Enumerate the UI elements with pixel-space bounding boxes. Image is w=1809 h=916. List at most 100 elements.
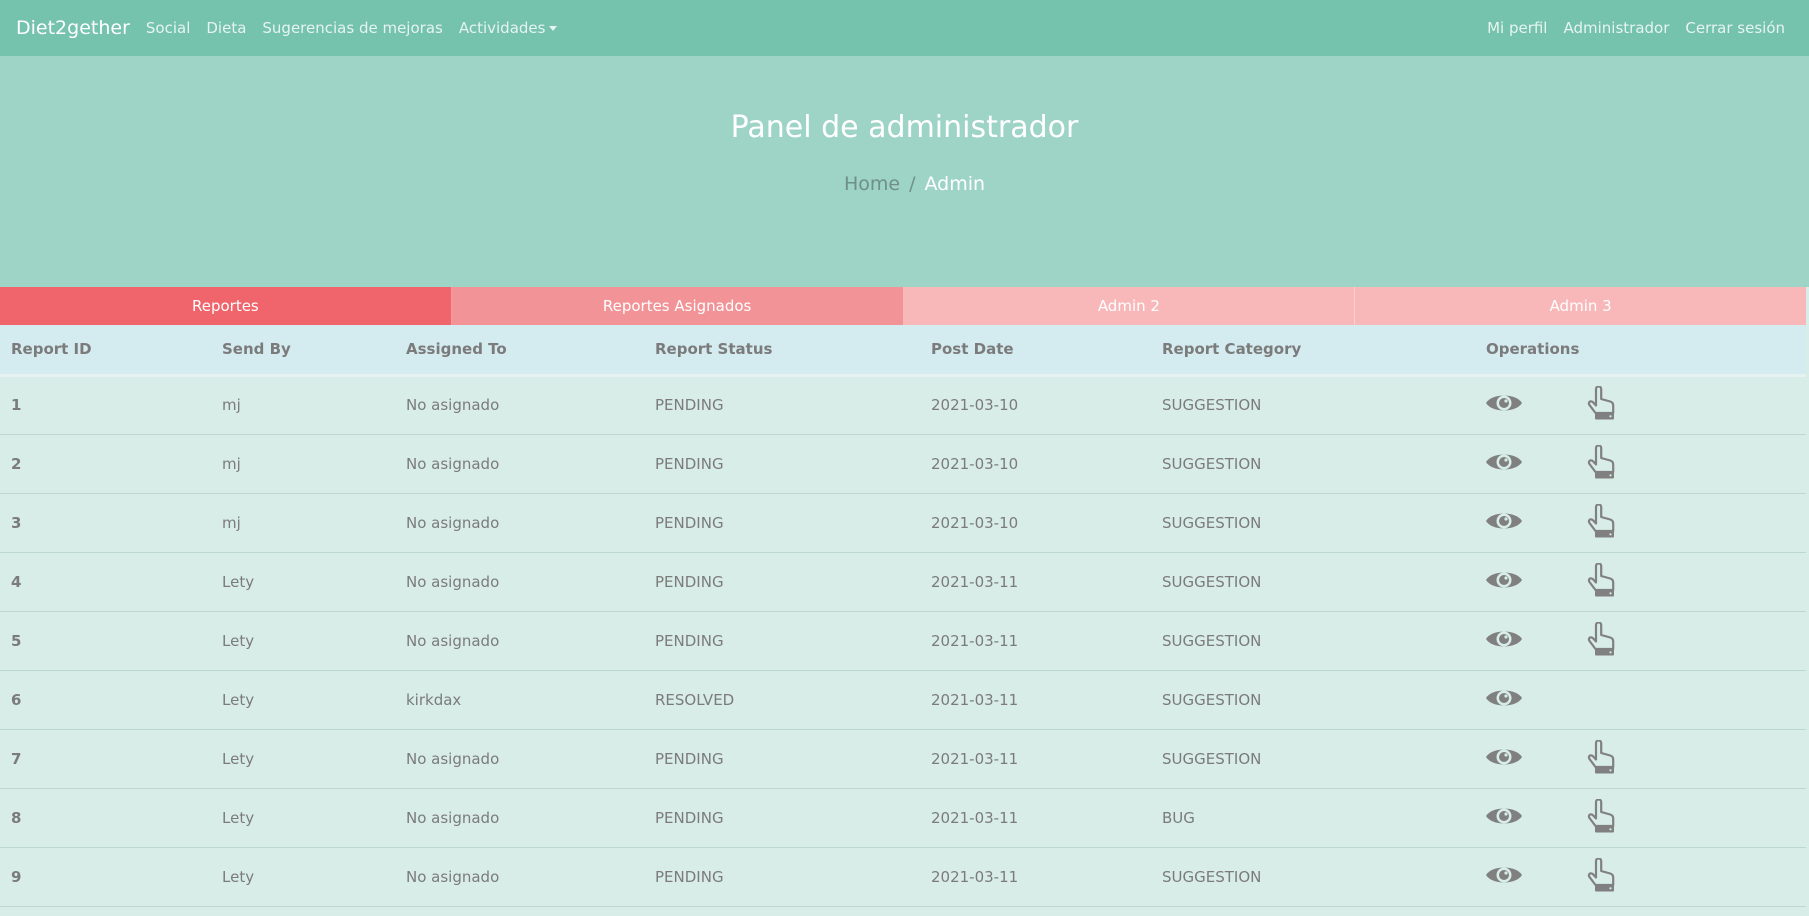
top-navbar: Diet2gether Social Dieta Sugerencias de …	[0, 0, 1809, 56]
view-report-button[interactable]	[1484, 683, 1524, 717]
cell-report-id: 3	[11, 513, 22, 532]
view-report-button[interactable]	[1484, 624, 1524, 658]
nav-link-mi-perfil[interactable]: Mi perfil	[1487, 19, 1547, 37]
cell-operations	[1475, 729, 1806, 788]
nav-dropdown-actividades[interactable]: Actividades	[459, 19, 558, 37]
assign-report-button[interactable]	[1582, 856, 1622, 894]
assign-report-button[interactable]	[1582, 443, 1622, 481]
assign-report-button[interactable]	[1582, 738, 1622, 778]
assign-report-button[interactable]	[1582, 385, 1622, 422]
cell-post-date: 2021-03-11	[931, 572, 1019, 591]
view-report-button[interactable]	[1484, 506, 1524, 540]
nav-link-administrador[interactable]: Administrador	[1563, 19, 1669, 37]
cell-report-category: SUGGESTION	[1162, 867, 1262, 886]
column-header-report-status: Report Status	[644, 325, 920, 377]
cell-report-category: SUGGESTION	[1162, 572, 1262, 591]
brand-link[interactable]: Diet2gether	[16, 17, 130, 39]
cell-assigned-to: No asignado	[406, 513, 500, 532]
breadcrumb-separator: /	[909, 173, 916, 195]
operations-group	[1486, 683, 1806, 717]
table-row: 5 Lety No asignado PENDING 2021-03-11 SUGGEST…	[0, 611, 1806, 670]
nav-left: Diet2gether Social Dieta Sugerencias de …	[16, 17, 565, 39]
cell-report-status: PENDING	[655, 513, 724, 532]
operations-group	[1484, 502, 1806, 542]
cell-report-category: SUGGESTION	[1162, 631, 1262, 650]
nav-link-social[interactable]: Social	[146, 19, 190, 37]
tab-reportes[interactable]: Reportes	[0, 287, 452, 325]
cell-assigned-to: No asignado	[406, 572, 500, 591]
table-row: 8 Lety No asignado PENDING 2021-03-11 BUG	[0, 788, 1806, 847]
cell-send-by: Lety	[222, 808, 255, 827]
reports-table: Report ID Send By Assigned To Report Sta…	[0, 325, 1806, 907]
cell-send-by: mj	[222, 454, 241, 473]
cell-send-by: Lety	[222, 631, 255, 650]
assign-report-button[interactable]	[1582, 797, 1622, 837]
eye-icon	[1485, 508, 1523, 538]
cell-report-status: PENDING	[655, 808, 724, 827]
assign-report-button[interactable]	[1582, 502, 1622, 542]
pointing-hand-icon	[1587, 738, 1617, 778]
column-header-assigned-to: Assigned To	[395, 325, 644, 377]
cell-report-status: PENDING	[655, 631, 724, 650]
table-row: 3 mj No asignado PENDING 2021-03-10 SUGGESTIO…	[0, 493, 1806, 552]
cell-post-date: 2021-03-10	[931, 454, 1019, 473]
cell-report-category: SUGGESTION	[1162, 513, 1262, 532]
operations-group	[1484, 561, 1806, 599]
tab-admin-2[interactable]: Admin 2	[903, 287, 1356, 325]
table-row: 1 mj No asignado PENDING 2021-03-10 SUGGESTIO…	[0, 375, 1806, 434]
operations-group	[1484, 856, 1806, 894]
view-report-button[interactable]	[1484, 565, 1524, 599]
cell-post-date: 2021-03-11	[931, 631, 1019, 650]
cell-report-id: 6	[11, 690, 22, 709]
operations-group	[1484, 738, 1806, 778]
pointing-hand-icon	[1587, 797, 1617, 837]
admin-tabs: Reportes Reportes Asignados Admin 2 Admi…	[0, 287, 1806, 325]
table-row: 6 Lety kirkdax RESOLVED 2021-03-11 SUGGESTION	[0, 670, 1806, 729]
cell-report-status: PENDING	[655, 749, 724, 768]
assign-report-button[interactable]	[1582, 620, 1622, 658]
nav-link-cerrar-sesion[interactable]: Cerrar sesión	[1685, 19, 1785, 37]
cell-operations	[1475, 375, 1806, 434]
view-report-button[interactable]	[1484, 742, 1524, 776]
cell-report-category: SUGGESTION	[1162, 454, 1262, 473]
eye-icon	[1485, 744, 1523, 774]
tab-admin-3[interactable]: Admin 3	[1355, 287, 1806, 325]
table-row: 7 Lety No asignado PENDING 2021-03-11 SUGGEST…	[0, 729, 1806, 788]
cell-report-status: PENDING	[655, 396, 724, 414]
cell-assigned-to: kirkdax	[406, 690, 462, 709]
cell-post-date: 2021-03-11	[931, 690, 1019, 709]
column-header-report-id: Report ID	[0, 325, 211, 377]
cell-assigned-to: No asignado	[406, 396, 500, 414]
table-body: 1 mj No asignado PENDING 2021-03-10 SUGGESTIO…	[0, 375, 1806, 906]
table-row: 9 Lety No asignado PENDING 2021-03-11 SUGGEST…	[0, 847, 1806, 906]
nav-link-dieta[interactable]: Dieta	[206, 19, 246, 37]
cell-report-id: 9	[11, 867, 22, 886]
cell-report-category: BUG	[1162, 808, 1195, 827]
eye-icon	[1485, 803, 1523, 833]
breadcrumb-home-link[interactable]: Home	[844, 173, 900, 195]
cell-operations	[1475, 611, 1806, 670]
view-report-button[interactable]	[1484, 801, 1524, 835]
column-header-report-category: Report Category	[1151, 325, 1475, 377]
cell-assigned-to: No asignado	[406, 867, 500, 886]
assign-report-button[interactable]	[1582, 561, 1622, 599]
cell-report-id: 2	[11, 454, 22, 473]
column-header-post-date: Post Date	[920, 325, 1151, 377]
tab-reportes-asignados[interactable]: Reportes Asignados	[451, 287, 904, 325]
cell-post-date: 2021-03-11	[931, 867, 1019, 886]
table-row: 2 mj No asignado PENDING 2021-03-10 SUGGESTIO…	[0, 434, 1806, 493]
cell-report-status: PENDING	[655, 454, 724, 473]
nav-link-sugerencias[interactable]: Sugerencias de mejoras	[262, 19, 442, 37]
view-report-button[interactable]	[1484, 860, 1524, 894]
view-report-button[interactable]	[1484, 447, 1524, 481]
view-report-button[interactable]	[1484, 388, 1524, 422]
pointing-hand-icon	[1587, 502, 1617, 542]
hero-banner: Panel de administrador Home / Admin	[0, 56, 1809, 287]
cell-report-status: PENDING	[655, 867, 724, 886]
cell-send-by: mj	[222, 396, 241, 414]
cell-assigned-to: No asignado	[406, 631, 500, 650]
cell-post-date: 2021-03-10	[931, 513, 1019, 532]
operations-group	[1484, 797, 1806, 837]
nav-right: Mi perfil Administrador Cerrar sesión	[1479, 19, 1793, 37]
eye-icon	[1485, 862, 1523, 892]
